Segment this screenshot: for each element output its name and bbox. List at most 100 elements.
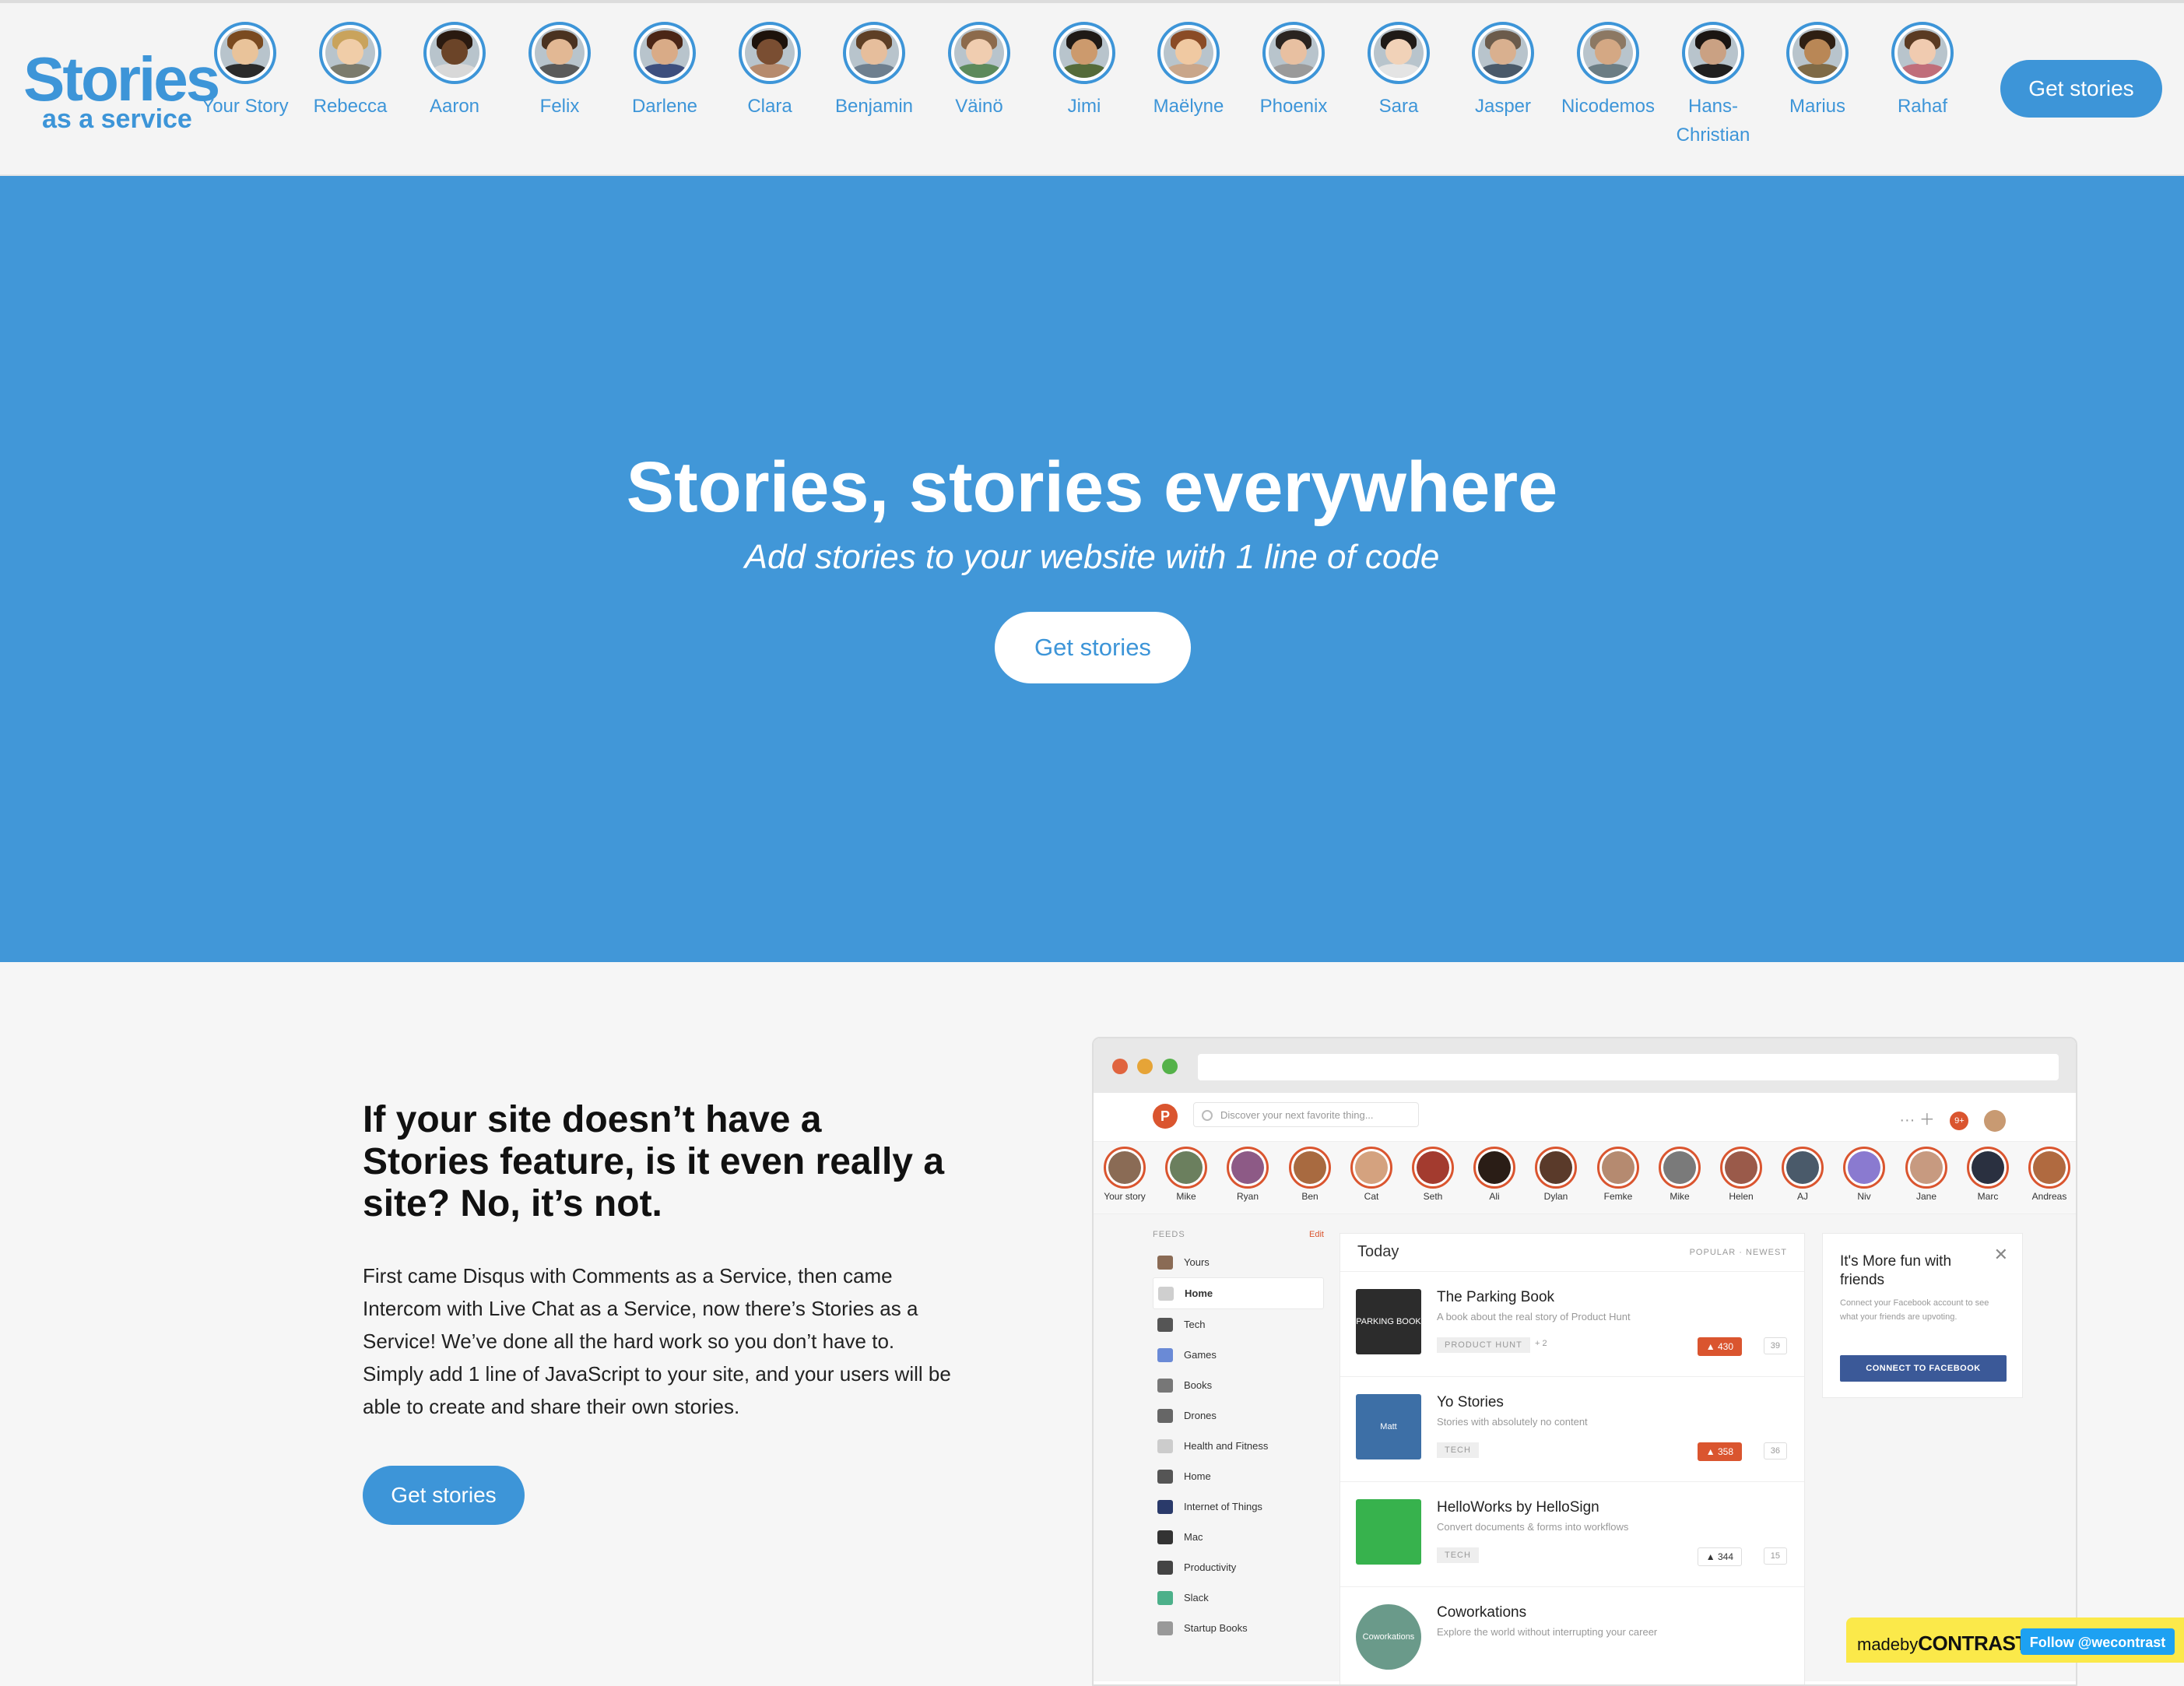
avatar-shirt [851, 64, 897, 78]
story-ring [634, 22, 696, 84]
avatar-shirt [1690, 64, 1736, 78]
feed-item: Slack [1153, 1582, 1324, 1613]
mockup-story-ring [1473, 1147, 1515, 1189]
feed-list: Yours Home Tech Games Books Drones Health and … [1153, 1247, 1324, 1643]
story-avatar-11[interactable]: Sara [1346, 22, 1452, 121]
feature-heading: If your site doesn’t have a Stories feat… [363, 1099, 945, 1224]
story-ring [214, 22, 276, 84]
avatar [1108, 1151, 1141, 1184]
mockup-story-ring [1535, 1147, 1577, 1189]
avatar [849, 28, 899, 78]
story-avatar-0[interactable]: Your Story [192, 22, 298, 121]
story-avatar-5[interactable]: Clara [717, 22, 823, 121]
avatar [1374, 28, 1424, 78]
story-label: Aaron [429, 96, 480, 117]
hero-subtitle: Add stories to your website with 1 line … [744, 538, 1440, 576]
story-avatar-13[interactable]: Nicodemos [1555, 22, 1661, 121]
mockup-story-label: Ben [1301, 1191, 1318, 1202]
feed-label: Home [1184, 1470, 1211, 1482]
made-by-contrast-badge[interactable]: madebyCONTRAST Follow @wecontrast [1846, 1618, 2184, 1663]
feeds-edit: Edit [1309, 1230, 1324, 1239]
story-avatar-12[interactable]: Jasper [1450, 22, 1556, 121]
mockup-story-label: Your story [1104, 1191, 1146, 1202]
post-title: Yo Stories [1437, 1394, 1504, 1410]
mockup-story-6: Ali [1463, 1147, 1526, 1202]
mockup-story-label: Cat [1364, 1191, 1379, 1202]
story-avatar-16[interactable]: Rahaf [1870, 22, 1975, 121]
post-thumbnail-label: Matt [1380, 1422, 1397, 1431]
story-ring [843, 22, 905, 84]
avatar [1602, 1151, 1634, 1184]
mockup-body: FEEDS Edit Yours Home Tech Games Books Drones… [1094, 1214, 2076, 1684]
mockup-story-ring [1165, 1147, 1207, 1189]
post-tag: TECH [1437, 1442, 1479, 1458]
avatar-shirt [1165, 64, 1212, 78]
avatar [1540, 1151, 1572, 1184]
posts-title: Today [1357, 1243, 1399, 1260]
post-description: A book about the real story of Product H… [1437, 1311, 1631, 1322]
comment-count: 36 [1763, 1442, 1787, 1459]
mockup-story-label: Mike [1176, 1191, 1196, 1202]
upvote-button: ▲ 358 [1697, 1442, 1742, 1461]
get-stories-button-content[interactable]: Get stories [363, 1466, 525, 1525]
story-ring [739, 22, 801, 84]
story-label: Marius [1789, 96, 1845, 117]
avatar [1269, 28, 1318, 78]
mockup-story-0: Your story [1094, 1147, 1156, 1202]
story-label: Jasper [1474, 96, 1532, 117]
story-avatar-3[interactable]: Felix [507, 22, 613, 121]
get-stories-button-top[interactable]: Get stories [2000, 60, 2162, 118]
mockup-story-ring [1597, 1147, 1639, 1189]
avatar [1294, 1151, 1326, 1184]
posts-tabs: POPULAR · NEWEST [1689, 1248, 1787, 1257]
get-stories-button-hero[interactable]: Get stories [995, 612, 1191, 683]
contrast-brand: CONTRAST [1918, 1632, 2028, 1655]
avatar [1355, 1151, 1388, 1184]
follow-twitter-button[interactable]: Follow @wecontrast [2021, 1628, 2175, 1655]
feed-icon [1157, 1470, 1173, 1484]
feed-label: Home [1185, 1287, 1213, 1299]
story-label: Nicodemos [1561, 96, 1656, 117]
avatar-face [232, 39, 258, 65]
avatar [1417, 1151, 1449, 1184]
avatar [1848, 1151, 1880, 1184]
story-ring [319, 22, 381, 84]
mockup-story-label: Marc [1977, 1191, 1999, 1202]
story-avatar-6[interactable]: Benjamin [821, 22, 927, 121]
maximize-dot [1162, 1059, 1178, 1074]
avatar-face [1175, 39, 1202, 65]
mockup-stories-row: Your story Mike Ryan Ben Cat Seth Ali Dylan Femk… [1094, 1142, 2076, 1214]
story-avatar-9[interactable]: Maëlyne [1136, 22, 1241, 121]
post-title: Coworkations [1437, 1604, 1527, 1621]
story-avatar-4[interactable]: Darlene [612, 22, 718, 121]
post-row: Matt Yo Stories Stories with absolutely no… [1340, 1377, 1804, 1482]
feed-item: Games [1153, 1340, 1324, 1370]
upvote-button: ▲ 344 [1697, 1547, 1742, 1566]
avatar-face [966, 39, 992, 65]
feed-label: Tech [1184, 1319, 1206, 1330]
avatar-face [546, 39, 573, 65]
mockup-story-12: Niv [1833, 1147, 1895, 1202]
feed-icon [1157, 1561, 1173, 1575]
avatar [1231, 1151, 1264, 1184]
post-list: PARKING BOOK The Parking Book A book about… [1340, 1272, 1804, 1684]
feed-label: Yours [1184, 1256, 1210, 1268]
feed-item: Home [1153, 1461, 1324, 1491]
connect-facebook-button: CONNECT TO FACEBOOK [1840, 1355, 2007, 1382]
avatar [1910, 1151, 1943, 1184]
story-avatar-2[interactable]: Aaron [402, 22, 507, 121]
mockup-story-4: Cat [1340, 1147, 1403, 1202]
logo[interactable]: Stories as a service [23, 48, 220, 134]
story-avatar-8[interactable]: Jimi [1031, 22, 1137, 121]
story-avatar-15[interactable]: Marius [1764, 22, 1870, 121]
avatar-shirt [1899, 64, 1946, 78]
avatar [640, 28, 690, 78]
mockup-story-9: Mike [1649, 1147, 1711, 1202]
avatar [1059, 28, 1109, 78]
story-avatar-14[interactable]: Hans-Christian [1660, 22, 1766, 149]
story-avatar-1[interactable]: Rebecca [297, 22, 403, 121]
mockup-story-ring [1227, 1147, 1269, 1189]
story-avatar-7[interactable]: Väinö [926, 22, 1032, 121]
story-avatar-10[interactable]: Phoenix [1241, 22, 1347, 121]
avatar [1725, 1151, 1757, 1184]
